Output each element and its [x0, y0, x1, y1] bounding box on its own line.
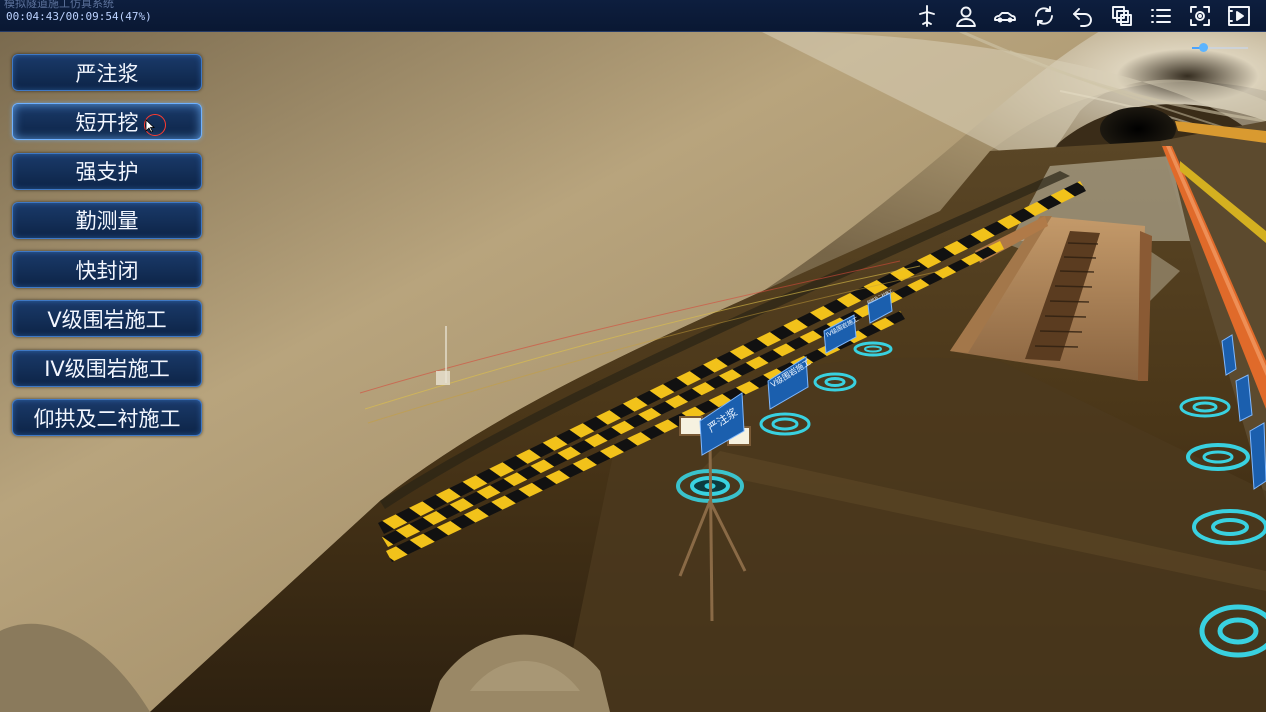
menu-btn-invert-lining[interactable]: 仰拱及二衬施工 — [12, 399, 202, 437]
menu-btn-grouting[interactable]: 严注浆 — [12, 54, 202, 91]
menu-btn-strong-support[interactable]: 强支护 — [12, 152, 202, 190]
airplane-icon[interactable] — [914, 3, 940, 29]
view-slider[interactable] — [1192, 43, 1252, 52]
toolbar — [914, 0, 1252, 31]
person-icon[interactable] — [953, 3, 979, 29]
menu-btn-quick-closure[interactable]: 快封闭 — [12, 251, 202, 289]
play-icon[interactable] — [1226, 3, 1252, 29]
menu-btn-grade-iv-rock[interactable]: IV级围岩施工 — [12, 349, 202, 387]
menu-btn-frequent-measurement[interactable]: 勤测量 — [12, 201, 202, 239]
menu-btn-short-excavation[interactable]: 短开挖 — [12, 103, 202, 141]
refresh-icon[interactable] — [1031, 3, 1057, 29]
list-icon[interactable] — [1148, 3, 1174, 29]
target-icon[interactable] — [1187, 3, 1213, 29]
menu-btn-grade-v-rock[interactable]: V级围岩施工 — [12, 300, 202, 338]
mouse-cursor-icon — [144, 114, 166, 137]
construction-menu: 严注浆 短开挖 强支护 勤测量 快封闭 V级围岩施工 IV级围岩施工 仰拱及二衬… — [12, 54, 202, 448]
car-icon[interactable] — [992, 3, 1018, 29]
top-bar: 模拟隧道施工仿真系统 00:04:43/00:09:54(47%) — [0, 0, 1266, 32]
slider-knob[interactable] — [1199, 43, 1209, 52]
layers-icon[interactable] — [1109, 3, 1135, 29]
playback-timecode: 00:04:43/00:09:54(47%) — [6, 10, 152, 23]
undo-icon[interactable] — [1070, 3, 1096, 29]
menu-btn-label: 短开挖 — [75, 110, 139, 135]
